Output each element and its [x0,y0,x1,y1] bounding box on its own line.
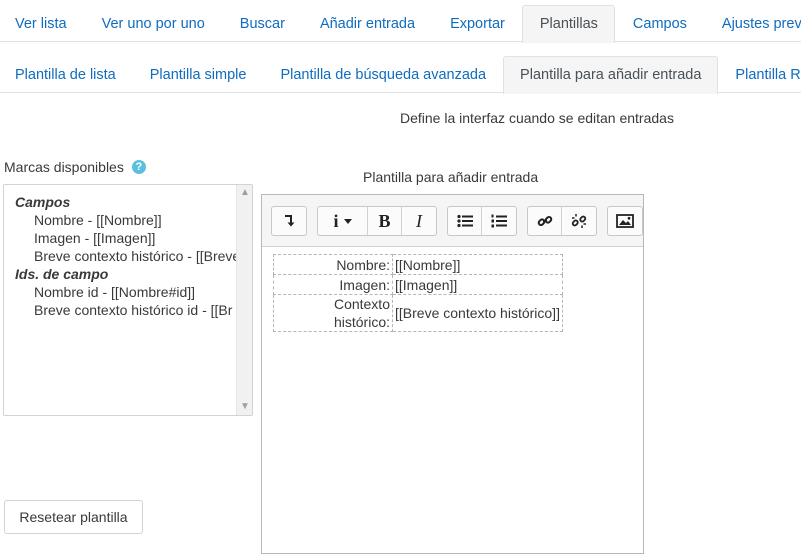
image-icon [616,214,634,228]
tag-item[interactable]: Nombre - [[Nombre]] [15,211,236,229]
table-row: Contexto histórico: [[Breve contexto his… [273,294,563,332]
tab-anadir-entrada[interactable]: Añadir entrada [302,5,432,42]
unlink-icon [571,214,587,228]
tag-item[interactable]: Breve contexto histórico - [[Breve [15,247,236,265]
bold-button[interactable]: B [368,207,402,235]
ordered-list-icon [491,214,507,228]
primary-tabs: Ver lista Ver uno por uno Buscar Añadir … [0,5,801,43]
scroll-up-icon[interactable]: ▲ [237,185,252,201]
tags-group-title: Ids. de campo [15,266,109,282]
chevron-down-icon [343,218,352,224]
editor-title: Plantilla para añadir entrada [363,169,539,185]
ordered-list-button[interactable] [482,207,516,235]
tags-content: Campos Nombre - [[Nombre]] Imagen - [[Im… [15,193,236,319]
tag-item[interactable]: Imagen - [[Imagen]] [15,229,236,247]
available-tags-label: Marcas disponibles ? [4,159,146,175]
template-table: Nombre: [[Nombre]] Imagen: [[Imagen]] Co… [273,254,563,332]
return-arrow-icon [285,215,295,227]
intro-text: Define la interfaz cuando se editan entr… [400,110,674,126]
table-row: Nombre: [[Nombre]] [273,254,563,275]
tab-plantilla-simple[interactable]: Plantilla simple [133,56,264,93]
available-tags-list[interactable]: Campos Nombre - [[Nombre]] Imagen - [[Im… [3,184,253,416]
tag-item[interactable]: Breve contexto histórico id - [[Br [15,301,236,319]
tags-scrollbar[interactable]: ▲ ▼ [236,185,252,415]
tab-plantilla-anadir-entrada[interactable]: Plantilla para añadir entrada [503,56,719,94]
link-icon [537,215,552,227]
editor-content[interactable]: Nombre: [[Nombre]] Imagen: [[Imagen]] Co… [273,254,563,332]
toolbar-group-style: i B I [317,206,437,236]
toolbar-group-media [607,206,643,236]
tab-plantilla-rss[interactable]: Plantilla RSS [718,56,801,93]
field-placeholder[interactable]: [[Nombre]] [392,254,563,275]
tab-ver-uno-por-uno[interactable]: Ver uno por uno [84,5,222,42]
link-button[interactable] [528,207,562,235]
field-placeholder[interactable]: [[Breve contexto histórico]] [392,294,563,332]
tab-ver-lista[interactable]: Ver lista [0,5,84,42]
insert-image-button[interactable] [608,207,642,235]
toolbar-group-collapse [271,206,307,236]
available-tags-title: Marcas disponibles [4,159,124,175]
tab-buscar[interactable]: Buscar [222,5,302,42]
toolbar-group-lists [447,206,517,236]
tab-plantilla-busqueda-avanzada[interactable]: Plantilla de búsqueda avanzada [263,56,503,93]
help-icon[interactable]: ? [131,160,146,174]
field-placeholder[interactable]: [[Imagen]] [392,274,563,295]
unordered-list-icon [456,214,473,228]
tab-plantillas[interactable]: Plantillas [522,5,616,43]
field-label[interactable]: Nombre: [273,254,393,275]
tab-ajustes-previos[interactable]: Ajustes previos [704,5,801,42]
editor-toolbar: i B I [262,195,643,247]
tab-plantilla-de-lista[interactable]: Plantilla de lista [0,56,133,93]
toolbar-toggle-button[interactable] [272,207,306,235]
tab-exportar[interactable]: Exportar [433,5,523,42]
unlink-button[interactable] [562,207,596,235]
info-icon: i [333,210,339,231]
scroll-down-icon[interactable]: ▼ [237,399,252,415]
paragraph-styles-button[interactable]: i [318,207,368,235]
unordered-list-button[interactable] [448,207,482,235]
italic-button[interactable]: I [402,207,436,235]
secondary-tabs: Plantilla de lista Plantilla simple Plan… [0,56,801,94]
table-row: Imagen: [[Imagen]] [273,274,563,295]
toolbar-group-links [527,206,597,236]
tag-item[interactable]: Nombre id - [[Nombre#id]] [15,283,236,301]
template-editor[interactable]: i B I Nombre: [[Nombre]] Imagen: [[Image… [261,194,644,554]
tags-group-title: Campos [15,194,71,210]
tab-campos[interactable]: Campos [615,5,704,42]
reset-template-button[interactable]: Resetear plantilla [4,500,143,534]
field-label[interactable]: Imagen: [273,274,393,295]
field-label[interactable]: Contexto histórico: [273,294,393,332]
